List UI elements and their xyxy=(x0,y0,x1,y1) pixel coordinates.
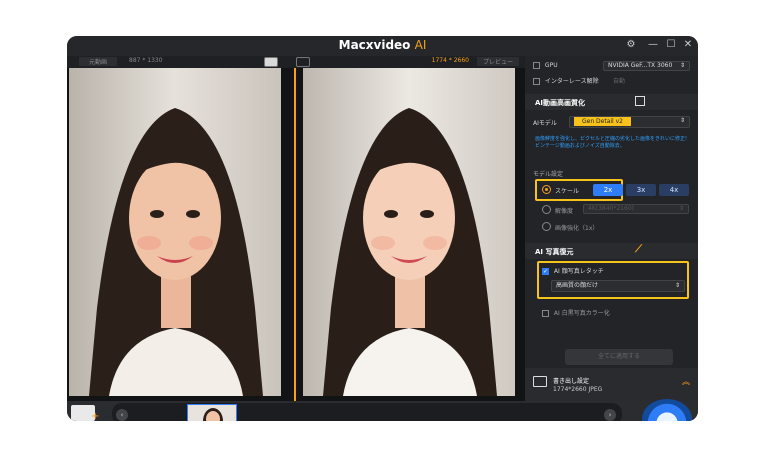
gpu-label: GPU xyxy=(544,62,558,69)
scroll-right-icon[interactable]: › xyxy=(604,409,616,421)
chevron-updown-icon: ⇕ xyxy=(679,117,685,124)
minimize-icon[interactable]: — xyxy=(647,39,659,50)
run-button[interactable] xyxy=(642,399,692,421)
media-thumbnail[interactable] xyxy=(187,404,237,421)
apply-all-button[interactable]: 全てに適用する xyxy=(565,349,673,365)
original-label: 元動画 xyxy=(79,57,118,66)
colorize-label: AI 白黒写真カラー化 xyxy=(553,310,610,317)
model-row: AIモデル Gen Detail v2 ⇕ xyxy=(533,116,690,128)
chevron-updown-icon: ⇕ xyxy=(674,282,680,289)
chevron-up-icon[interactable]: ︽ xyxy=(682,376,690,387)
preview-photo xyxy=(303,68,515,396)
gpu-device: NVIDIA GeF...TX 3060 xyxy=(608,62,673,69)
scroll-left-icon[interactable]: ‹ xyxy=(116,409,128,421)
deinterlace-row: インターレース解除 自動 xyxy=(533,76,690,85)
deinterlace-value: 自動 xyxy=(613,78,626,85)
app-title-ai: AI xyxy=(414,38,427,52)
title-bar: Macxvideo AI ⚙ — ☐ ✕ xyxy=(67,36,698,56)
split-view-icon[interactable] xyxy=(264,57,278,67)
model-label: AIモデル xyxy=(533,120,557,127)
restore-magic-icon[interactable]: ⟋ xyxy=(635,244,642,255)
colorize-checkbox[interactable] xyxy=(542,310,549,317)
gpu-row: GPU NVIDIA GeF...TX 3060 ⇕ xyxy=(533,61,690,71)
settings-panel: GPU NVIDIA GeF...TX 3060 ⇕ インターレース解除 自動 … xyxy=(525,56,698,401)
settings-icon[interactable]: ⚙ xyxy=(625,39,637,50)
original-size: 887 * 1330 xyxy=(129,57,163,64)
export-settings[interactable]: 書き出し設定 1774*2660 JPEG ︽ xyxy=(525,368,698,401)
preview-label: プレビュー xyxy=(476,57,519,66)
face-touch-mode-select[interactable]: 高画質の顔だけ ⇕ xyxy=(551,280,685,292)
preview-area: 元動画 887 * 1330 1774 * 2660 プレビュー xyxy=(67,56,525,401)
scale-3x-button[interactable]: 3x xyxy=(626,184,656,196)
close-icon[interactable]: ✕ xyxy=(682,39,694,50)
deinterlace-label: インターレース解除 xyxy=(544,78,599,85)
gpu-checkbox[interactable] xyxy=(533,62,540,69)
export-title: 書き出し設定 xyxy=(553,378,590,385)
scale-radio[interactable] xyxy=(542,185,551,194)
add-plus-icon: + xyxy=(91,411,100,421)
restore-section-header: AI 写真復元 ⟋ xyxy=(525,243,698,259)
model-description: 画像鮮度を強化し、ピクセルと圧縮の劣化した画像をきれいに修正!ビンテージ動画およ… xyxy=(535,136,688,149)
resolution-radio[interactable] xyxy=(542,205,551,214)
timeline-track: ‹ › xyxy=(112,403,622,421)
model-value: Gen Detail v2 xyxy=(574,117,632,126)
scale-4x-button[interactable]: 4x xyxy=(659,184,689,196)
enhance-section-header: AI動画高画質化 xyxy=(525,94,698,110)
quality-radio[interactable] xyxy=(542,222,551,231)
export-detail: 1774*2660 JPEG xyxy=(553,386,603,393)
deinterlace-checkbox[interactable] xyxy=(533,78,540,85)
face-touch-mode: 高画質の顔だけ xyxy=(556,282,599,289)
face-touch-checkbox[interactable]: ✓ xyxy=(542,268,549,275)
face-touch-label: AI 顔写真レタッチ xyxy=(553,268,604,275)
resolution-select[interactable]: 4K(3840*2160) ⇕ xyxy=(583,204,689,214)
gpu-select[interactable]: NVIDIA GeF...TX 3060 ⇕ xyxy=(603,61,690,71)
maximize-icon[interactable]: ☐ xyxy=(665,39,677,50)
model-select[interactable]: Gen Detail v2 ⇕ xyxy=(569,116,690,128)
bottom-bar: + ‹ › xyxy=(67,399,698,421)
original-photo xyxy=(69,68,281,396)
output-size: 1774 * 2660 xyxy=(431,57,469,64)
quality-label: 画像強化（1x） xyxy=(555,225,599,232)
enhance-compare-icon[interactable] xyxy=(635,96,645,106)
scale-2x-button[interactable]: 2x xyxy=(593,184,623,196)
scale-buttons: 2x 3x 4x xyxy=(593,184,693,196)
app-title-main: Macxvideo xyxy=(338,38,411,52)
chevron-updown-icon: ⇕ xyxy=(679,62,685,69)
resolution-value: 4K(3840*2160) xyxy=(588,205,634,212)
export-monitor-icon xyxy=(533,376,547,387)
side-by-side-icon[interactable] xyxy=(296,57,310,67)
chevron-updown-icon: ⇕ xyxy=(678,205,684,212)
face-touch-row: ✓ AI 顔写真レタッチ xyxy=(542,266,690,275)
app-window: Macxvideo AI ⚙ — ☐ ✕ 元動画 887 * 1330 1774… xyxy=(67,36,698,421)
enhance-title: AI動画高画質化 xyxy=(535,99,586,107)
colorize-row: AI 白黒写真カラー化 xyxy=(542,308,690,317)
model-settings-label: モデル設定 xyxy=(533,171,564,178)
app-title: Macxvideo AI xyxy=(67,38,698,52)
preview-header: 元動画 887 * 1330 1774 * 2660 プレビュー xyxy=(67,56,525,68)
compare-divider[interactable] xyxy=(291,68,299,401)
restore-title: AI 写真復元 xyxy=(535,248,574,256)
